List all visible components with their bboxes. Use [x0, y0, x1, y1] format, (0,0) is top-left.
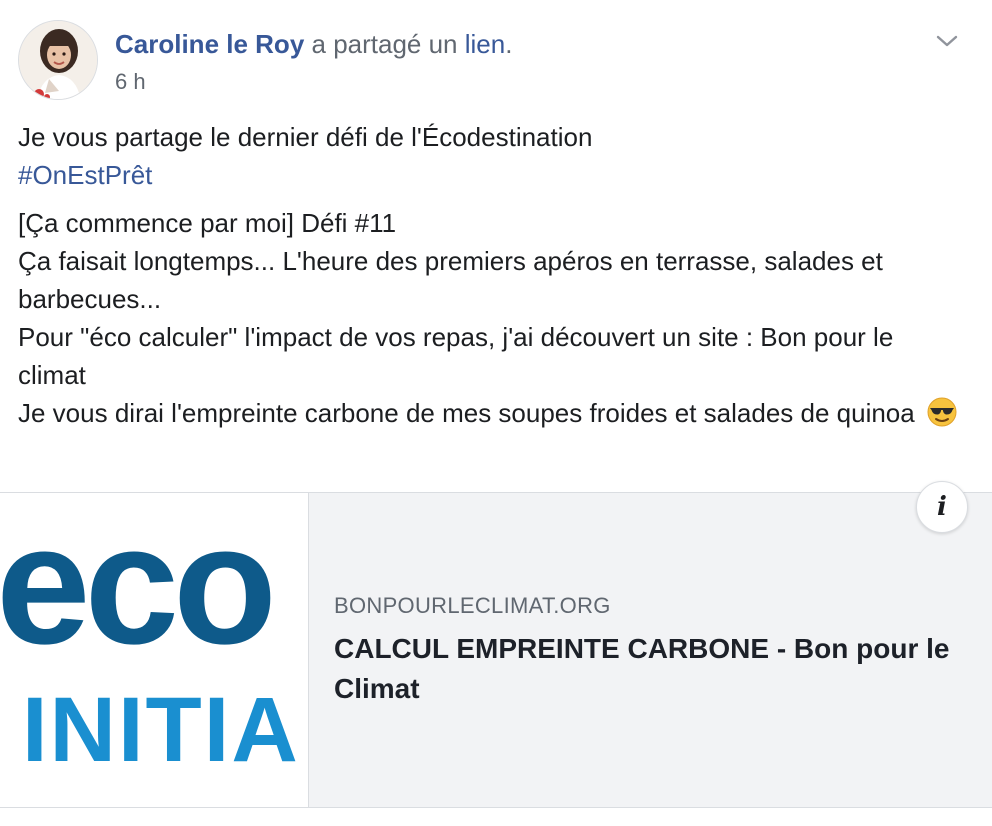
hashtag-link[interactable]: #OnEstPrêt: [18, 160, 152, 190]
post-menu-button[interactable]: [932, 26, 962, 56]
link-preview-image: eco INITIA: [0, 493, 309, 807]
info-button[interactable]: i: [916, 481, 968, 533]
logo-text-top: eco: [0, 493, 271, 680]
action-text: a partagé un: [304, 29, 465, 59]
info-icon: i: [937, 492, 947, 522]
message-line: Je vous dirai l'empreinte carbone de mes…: [18, 398, 915, 428]
link-title[interactable]: CALCUL EMPREINTE CARBONE - Bon pour le C…: [334, 629, 954, 709]
shared-link-link[interactable]: lien: [465, 29, 505, 59]
profile-photo-icon: [19, 21, 97, 99]
link-preview-card[interactable]: eco INITIA BONPOURLECLIMAT.ORG CALCUL EM…: [0, 481, 992, 808]
author-name-link[interactable]: Caroline le Roy: [115, 29, 304, 59]
eco-initiatives-logo: eco INITIA: [0, 493, 300, 781]
post-timestamp[interactable]: 6 h: [115, 68, 146, 96]
logo-text-bottom: INITIA: [22, 679, 300, 781]
message-paragraph-1: Je vous partage le dernier défi de l'Éco…: [18, 118, 968, 194]
link-domain: BONPOURLECLIMAT.ORG: [334, 593, 611, 618]
message-line: Ça faisait longtemps... L'heure des prem…: [18, 246, 883, 314]
message-line: Je vous partage le dernier défi de l'Éco…: [18, 122, 593, 152]
author-line: Caroline le Roy a partagé un lien.: [115, 27, 512, 61]
link-preview-text: BONPOURLECLIMAT.ORG CALCUL EMPREINTE CAR…: [334, 591, 954, 709]
post-message: Je vous partage le dernier défi de l'Éco…: [18, 118, 968, 432]
chevron-down-icon: [936, 35, 958, 47]
sunglasses-emoji-icon: [927, 397, 957, 427]
message-line: Pour "éco calculer" l'impact de vos repa…: [18, 322, 894, 390]
message-line: [Ça commence par moi] Défi #11: [18, 208, 397, 238]
message-paragraph-2: [Ça commence par moi] Défi #11 Ça faisai…: [18, 204, 968, 432]
action-end: .: [505, 29, 513, 59]
post-header: Caroline le Roy a partagé un lien. 6 h: [18, 20, 978, 104]
author-avatar[interactable]: [18, 20, 98, 100]
feed-post: Caroline le Roy a partagé un lien. 6 h J…: [0, 0, 992, 826]
